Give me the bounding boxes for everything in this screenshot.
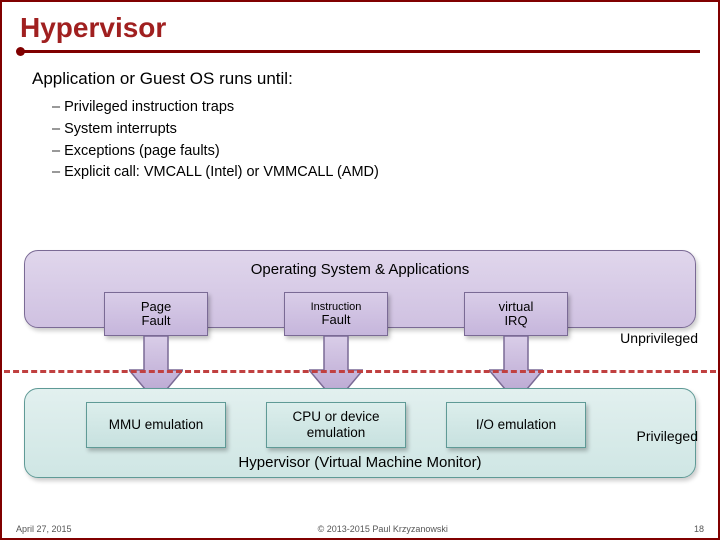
slide-title: Hypervisor: [20, 12, 700, 44]
os-applications-label: Operating System & Applications: [25, 261, 695, 278]
page-fault-box: Page Fault: [104, 292, 208, 336]
io-emulation-box: I/O emulation: [446, 402, 586, 448]
box-line: Fault: [322, 313, 351, 327]
bullet-item: Privileged instruction traps: [52, 97, 696, 119]
box-line: Page: [141, 300, 171, 314]
footer-date: April 27, 2015: [16, 524, 72, 534]
box-line: IRQ: [504, 314, 527, 328]
box-line: virtual: [499, 300, 534, 314]
box-text: CPU or device emulation: [267, 409, 405, 440]
privilege-divider: [4, 370, 716, 373]
architecture-diagram: Operating System & Applications Unprivil…: [24, 250, 696, 488]
footer-page-number: 18: [694, 524, 704, 534]
cpu-device-emulation-box: CPU or device emulation: [266, 402, 406, 448]
mmu-emulation-box: MMU emulation: [86, 402, 226, 448]
box-line: Fault: [142, 314, 171, 328]
bullet-item: System interrupts: [52, 119, 696, 141]
slide-footer: April 27, 2015 © 2013-2015 Paul Krzyzano…: [2, 524, 718, 534]
bullet-list: Privileged instruction traps System inte…: [32, 97, 696, 184]
bullet-item: Exceptions (page faults): [52, 141, 696, 163]
box-text: MMU emulation: [109, 417, 204, 433]
virtual-irq-box: virtual IRQ: [464, 292, 568, 336]
unprivileged-label: Unprivileged: [620, 330, 698, 346]
title-rule: [20, 50, 700, 53]
hypervisor-label: Hypervisor (Virtual Machine Monitor): [25, 454, 695, 471]
privileged-label: Privileged: [637, 428, 698, 444]
footer-copyright: © 2013-2015 Paul Krzyzanowski: [318, 524, 448, 534]
bullet-item: Explicit call: VMCALL (Intel) or VMMCALL…: [52, 162, 696, 184]
box-text: I/O emulation: [476, 417, 556, 433]
instruction-fault-box: Instruction Fault: [284, 292, 388, 336]
lead-text: Application or Guest OS runs until:: [32, 69, 696, 89]
